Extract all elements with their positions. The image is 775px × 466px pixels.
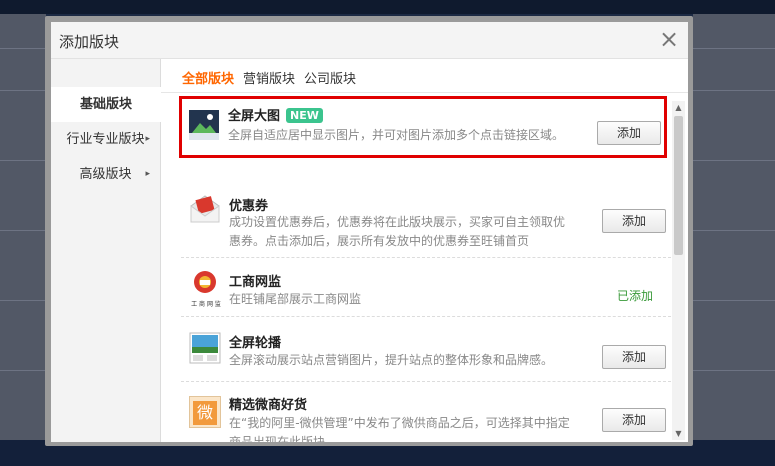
landscape-image-icon	[189, 110, 219, 140]
module-title: 精选微商好货	[229, 398, 308, 413]
list-item: 全屏轮播 全屏滚动展示站点营销图片，提升站点的整体形象和品牌感。 添加	[181, 317, 671, 382]
module-description: 在旺铺尾部展示工商网监	[229, 292, 362, 306]
tab-marketing[interactable]: 营销版块	[243, 68, 295, 87]
badge-caption: 工 商 网 监	[191, 301, 221, 308]
module-list: 全屏大图 NEW 全屏自适应居中显示图片，并可对图片添加多个点击链接区域。 添加 …	[161, 93, 671, 442]
close-icon[interactable]: ×	[656, 27, 682, 53]
scroll-thumb[interactable]	[674, 116, 683, 255]
list-item: 微 精选微商好货 在“我的阿里-微供管理”中发布了微供商品之后，可选择其中指定商…	[181, 382, 671, 442]
background-divider	[693, 230, 775, 231]
background-top-bar	[0, 0, 775, 14]
sidebar-item-label: 基础版块	[79, 97, 132, 112]
sidebar-item-label: 高级版块	[79, 167, 132, 182]
background-left-panel	[0, 14, 46, 440]
sidebar-item-label: 行业专业版块	[66, 132, 145, 147]
module-description: 成功设置优惠券后，优惠券将在此版块展示，买家可自主领取优惠券。点击添加后，展示所…	[229, 215, 566, 248]
dialog-header: 添加版块 ×	[51, 22, 688, 59]
background-divider	[693, 370, 775, 371]
background-divider	[0, 370, 46, 371]
scroll-up-arrow-icon[interactable]: ▲	[672, 101, 685, 114]
business-supervision-badge-icon	[194, 271, 216, 293]
module-title: 全屏轮播	[229, 336, 282, 351]
module-description: 全屏自适应居中显示图片，并可对图片添加多个点击链接区域。	[228, 128, 565, 142]
added-status: 已添加	[616, 289, 653, 303]
chevron-right-icon: ▸	[145, 169, 150, 179]
scroll-down-arrow-icon[interactable]: ▼	[672, 427, 685, 440]
module-title: 优惠券	[229, 199, 269, 214]
wei-shop-icon-char: 微	[193, 400, 217, 425]
add-button[interactable]: 添加	[602, 408, 666, 432]
list-scrollbar[interactable]: ▲ ▼	[672, 101, 685, 440]
new-badge: NEW	[286, 108, 323, 123]
category-sidebar: 基础版块 行业专业版块 ▸ 高级版块 ▸	[51, 59, 161, 442]
background-divider	[0, 48, 46, 49]
add-button[interactable]: 添加	[602, 345, 666, 369]
background-divider	[693, 48, 775, 49]
sidebar-item-advanced[interactable]: 高级版块 ▸	[51, 157, 160, 192]
background-divider	[0, 90, 46, 91]
carousel-image-icon	[189, 332, 221, 364]
background-divider	[693, 160, 775, 161]
background-divider	[0, 300, 46, 301]
module-title: 工商网监	[229, 275, 282, 290]
sidebar-item-industry[interactable]: 行业专业版块 ▸	[51, 122, 160, 157]
background-right-panel	[693, 14, 775, 440]
list-item: 全屏大图 NEW 全屏自适应居中显示图片，并可对图片添加多个点击链接区域。 添加	[179, 96, 667, 158]
wei-shop-icon: 微	[189, 396, 221, 428]
list-item: 优惠券 成功设置优惠券后，优惠券将在此版块展示，买家可自主领取优惠券。点击添加后…	[181, 161, 671, 258]
coupon-envelope-icon	[190, 195, 220, 223]
background-divider	[693, 90, 775, 91]
module-description: 全屏滚动展示站点营销图片，提升站点的整体形象和品牌感。	[229, 353, 554, 367]
module-description: 在“我的阿里-微供管理”中发布了微供商品之后，可选择其中指定商品出现在此版块。	[229, 416, 570, 442]
tab-all[interactable]: 全部版块	[182, 68, 234, 87]
dialog-title: 添加版块	[59, 33, 120, 51]
tab-company[interactable]: 公司版块	[304, 68, 356, 87]
add-button[interactable]: 添加	[602, 209, 666, 233]
add-button[interactable]: 添加	[597, 121, 661, 145]
background-divider	[0, 230, 46, 231]
background-divider	[0, 160, 46, 161]
chevron-right-icon: ▸	[145, 134, 150, 144]
background-divider	[693, 300, 775, 301]
add-module-dialog: 添加版块 × 基础版块 行业专业版块 ▸ 高级版块 ▸ 全部版块 营销版块 公司…	[51, 22, 688, 442]
module-title: 全屏大图 NEW	[228, 105, 323, 124]
sidebar-item-basic[interactable]: 基础版块	[51, 87, 161, 122]
module-tabs: 全部版块 营销版块 公司版块	[161, 59, 688, 93]
module-title-text: 全屏大图	[228, 109, 281, 124]
list-item: 工 商 网 监 工商网监 在旺铺尾部展示工商网监 已添加	[181, 258, 671, 317]
